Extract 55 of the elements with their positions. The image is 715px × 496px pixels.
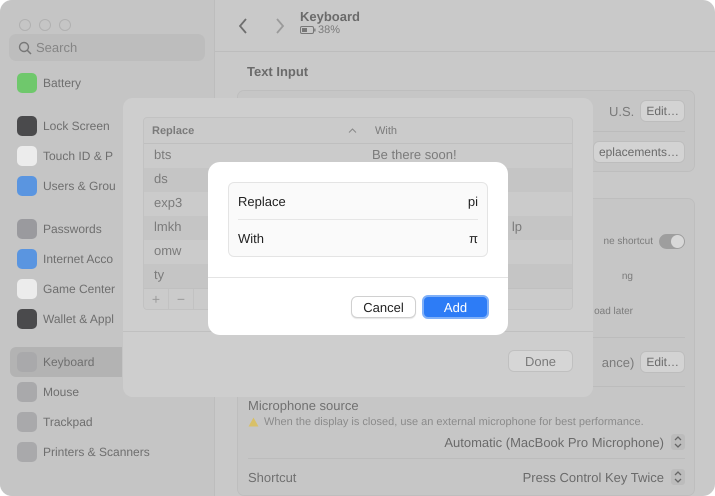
table-cell: lp [512,219,522,234]
sort-ascending-icon [348,128,357,133]
add-button[interactable]: + [144,289,169,309]
setting-description: ng [622,271,633,282]
table-cell: bts [154,147,172,162]
input-field[interactable]: With π [238,219,478,256]
setting-label: Microphone source [248,398,360,413]
setting-value: U.S. [609,104,634,118]
search-field[interactable]: Search [9,34,205,61]
toggle-switch[interactable] [659,234,685,249]
sidebar-item[interactable]: Game Center [10,274,122,304]
sidebar-item[interactable]: Battery [10,68,122,98]
remove-button[interactable]: − [169,289,194,309]
forward-icon[interactable] [275,18,285,34]
done-button[interactable]: Done [508,350,573,372]
column-header[interactable]: Replace [152,124,344,136]
sidebar-item[interactable]: Printers & Scanners [10,437,154,467]
battery-icon [300,26,316,34]
sidebar-item[interactable]: Passwords [10,214,122,244]
window-title: Keyboard [300,9,360,24]
cancel-button[interactable]: Cancel [351,296,416,318]
setting-label: ne shortcut [604,236,653,247]
warning-icon [248,417,259,427]
shortcut-popup[interactable]: Press Control Key Twice [522,469,685,485]
input-field[interactable]: Replace pi [238,183,478,219]
text-replacements-button[interactable]: eplacements… [592,141,685,163]
back-icon[interactable] [238,18,248,34]
sidebar-item[interactable]: Lock Screen [10,111,122,141]
setting-description: oad later [594,306,633,317]
stepper-icon [671,434,685,450]
sidebar-item[interactable]: Users & Grou [10,171,122,201]
battery-percentage: 38% [318,24,340,36]
warning-text: When the display is closed, use an external microphone for best performance. [264,416,644,428]
column-header[interactable]: With [375,124,397,136]
table-cell: ds [154,171,168,186]
sidebar-item[interactable]: Trackpad [10,407,122,437]
setting-label: Shortcut [248,470,296,484]
section-title: Text Input [246,64,310,79]
sidebar-item[interactable]: Mouse [10,377,122,407]
setting-value: ance) [602,354,634,370]
table-cell: lmkh [154,219,182,234]
table-cell: omw [154,243,182,258]
table-cell: ty [154,267,164,282]
search-icon [18,41,32,55]
sidebar-item[interactable]: Wallet & Appl [10,304,122,334]
microphone-popup[interactable]: Automatic (MacBook Pro Microphone) [444,434,685,450]
sidebar-item[interactable]: Internet Acco [10,244,122,274]
add-button[interactable]: Add [422,295,489,319]
table-cell: exp3 [154,195,182,210]
sidebar-item[interactable]: Keyboard [10,347,122,377]
sidebar-item[interactable]: Touch ID & P [10,141,122,171]
stepper-icon [671,469,685,485]
edit-button[interactable]: Edit… [640,351,685,373]
edit-button[interactable]: Edit… [640,100,685,122]
table-cell: Be there soon! [372,147,457,162]
